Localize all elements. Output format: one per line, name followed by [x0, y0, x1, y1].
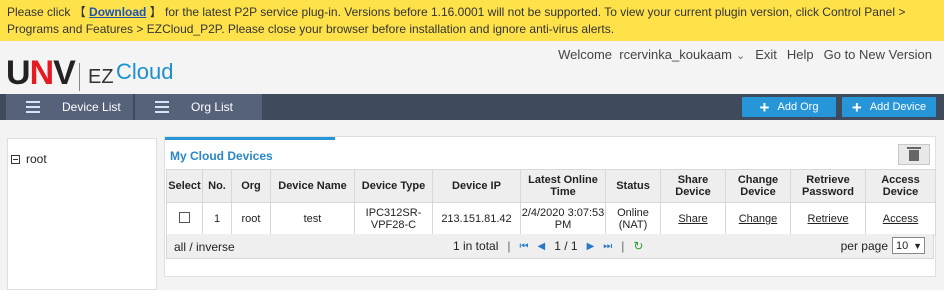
- col-header: Change Device: [725, 169, 791, 203]
- help-link[interactable]: Help: [787, 47, 814, 62]
- col-header: Retrieve Password: [790, 169, 866, 203]
- banner-prefix: Please click 【: [7, 5, 90, 19]
- panel-tab-indicator: [165, 137, 335, 140]
- delete-button[interactable]: [898, 144, 930, 165]
- next-page-icon[interactable]: ▶: [587, 241, 595, 252]
- table-row: 1 root test IPC312SR-VPF28-C 213.151.81.…: [166, 202, 936, 236]
- plugin-notice-banner: Please click 【 Download 】 for the latest…: [0, 0, 944, 41]
- table-footer: all / inverse 1 in total | ⏮ ◀ 1 / 1 ▶ ⏭…: [166, 234, 934, 259]
- col-header: Access Device: [865, 169, 936, 203]
- pager-divider: |: [507, 239, 511, 253]
- user-bar: Welcome rcervinka_koukaam ⌄ Exit Help Go …: [558, 47, 932, 62]
- col-header: Device IP: [432, 169, 521, 203]
- ezcloud-logo-ez: EZ: [88, 66, 114, 88]
- access-device-link[interactable]: Access: [883, 213, 918, 225]
- retrieve-password-link[interactable]: Retrieve: [808, 213, 849, 225]
- download-link[interactable]: Download: [89, 5, 146, 19]
- tree-node-root[interactable]: root: [11, 152, 47, 166]
- plus-icon: +: [759, 97, 770, 117]
- first-page-icon[interactable]: ⏮: [520, 241, 529, 252]
- cell-online-time: 2/4/2020 3:07:53 PM: [520, 202, 606, 236]
- cell-no: 1: [202, 202, 232, 236]
- tab-org-list[interactable]: Org List: [135, 94, 262, 120]
- cell-status: Online (NAT): [605, 202, 661, 236]
- col-header: Select: [166, 169, 203, 203]
- col-header: Org: [231, 169, 271, 203]
- user-menu[interactable]: Welcome rcervinka_koukaam ⌄: [558, 47, 745, 62]
- cell-device-name: test: [270, 202, 355, 236]
- tab-label: Device List: [62, 100, 121, 114]
- add-org-button[interactable]: + Add Org: [742, 97, 836, 117]
- tree-node-label: root: [26, 152, 47, 166]
- exit-link[interactable]: Exit: [755, 47, 777, 62]
- ezcloud-logo-cloud: Cloud: [116, 59, 174, 84]
- col-header: Device Name: [270, 169, 355, 203]
- cell-org: root: [231, 202, 271, 236]
- row-select-checkbox[interactable]: [179, 212, 190, 223]
- cell-device-type: IPC312SR-VPF28-C: [354, 202, 433, 236]
- page-title: My Cloud Devices: [170, 149, 273, 163]
- col-header: Share Device: [660, 169, 726, 203]
- chevron-down-icon: ⌄: [735, 50, 746, 62]
- nav-bar: Device List Org List + Add Org + Add Devic…: [0, 94, 944, 120]
- pager-divider: |: [621, 239, 625, 253]
- new-version-link[interactable]: Go to New Version: [824, 47, 932, 62]
- list-icon: [26, 101, 40, 113]
- welcome-label: Welcome: [558, 47, 613, 62]
- per-page-control: per page 10 ▼: [841, 237, 925, 254]
- col-header: Latest Online Time: [520, 169, 606, 203]
- pagination: 1 in total | ⏮ ◀ 1 / 1 ▶ ⏭ | ↻: [453, 239, 643, 253]
- total-count: 1 in total: [453, 239, 499, 253]
- device-table: Select No. Org Device Name Device Type D…: [166, 169, 936, 236]
- col-header: Device Type: [354, 169, 433, 203]
- device-panel: My Cloud Devices Select No. Org Device N…: [164, 136, 936, 277]
- tab-label: Org List: [191, 100, 234, 114]
- org-tree: root: [7, 138, 157, 290]
- col-header: No.: [202, 169, 232, 203]
- last-page-icon[interactable]: ⏭: [603, 241, 612, 252]
- table-header-row: Select No. Org Device Name Device Type D…: [166, 169, 936, 203]
- collapse-icon[interactable]: [11, 154, 20, 164]
- list-icon: [155, 101, 169, 113]
- app-header: UNV EZ Cloud Welcome rcervinka_koukaam ⌄ …: [0, 41, 944, 94]
- plus-icon: +: [851, 97, 862, 117]
- prev-page-icon[interactable]: ◀: [538, 241, 546, 252]
- chevron-down-icon: ▼: [913, 240, 922, 251]
- username: rcervinka_koukaam: [619, 47, 732, 62]
- per-page-select[interactable]: 10 ▼: [892, 237, 925, 254]
- tab-device-list[interactable]: Device List: [6, 94, 133, 120]
- select-all-inverse[interactable]: all / inverse: [174, 240, 235, 254]
- page-indicator: 1 / 1: [554, 239, 578, 253]
- trash-icon: [907, 147, 921, 161]
- col-header: Status: [605, 169, 661, 203]
- refresh-icon[interactable]: ↻: [633, 239, 643, 253]
- add-device-button[interactable]: + Add Device: [842, 97, 936, 117]
- share-device-link[interactable]: Share: [678, 213, 707, 225]
- logo-divider: [79, 63, 80, 91]
- per-page-label: per page: [840, 238, 888, 253]
- cell-device-ip: 213.151.81.42: [432, 202, 521, 236]
- unv-logo: UNV: [6, 54, 76, 92]
- change-device-link[interactable]: Change: [739, 213, 778, 225]
